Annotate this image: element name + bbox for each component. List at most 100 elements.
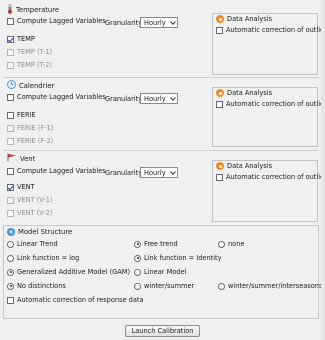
data-analysis-panel-vent: Data Analysis Automatic correction of ou…	[212, 160, 325, 222]
radio-winter-summer[interactable]: winter/summer	[134, 282, 194, 290]
auto-correction-outliers-temperature[interactable]: Automatic correction of outliers	[216, 26, 325, 34]
temperature-title: Temperature	[16, 6, 60, 14]
radio-label: Free trend	[144, 240, 178, 248]
radio-link-identity[interactable]: Link function = Identity	[134, 254, 222, 262]
radio-label: No distinctions	[17, 282, 66, 290]
auto-correction-checkbox[interactable]	[216, 100, 223, 108]
thermometer-icon	[7, 4, 13, 16]
auto-correction-response-label: Automatic correction of response data	[17, 296, 144, 304]
vent-lag1-item: VENT (V-1)	[7, 196, 53, 204]
temp-lag2-item: TEMP (T-2)	[7, 61, 52, 69]
ferie-lag1-label: FERIE (F-1)	[17, 124, 54, 132]
temp-lag1-item: TEMP (T-1)	[7, 48, 52, 56]
auto-correction-response-checkbox[interactable]	[7, 296, 14, 304]
temp-var-item[interactable]: TEMP	[7, 35, 35, 43]
granularity-value: Hourly	[144, 94, 166, 103]
temp-label: TEMP	[17, 35, 35, 43]
vent-title: Vent	[20, 154, 36, 163]
granularity-label: Granularity:	[105, 95, 144, 103]
ferie-lag1-item: FERIE (F-1)	[7, 124, 53, 132]
compute-lagged-vent[interactable]: Compute Lagged Variables	[7, 167, 106, 175]
flag-icon	[7, 153, 17, 164]
compute-lagged-checkbox[interactable]	[7, 17, 14, 25]
launch-calibration-button[interactable]: Launch Calibration	[125, 325, 200, 337]
radio-button[interactable]	[218, 282, 225, 290]
radio-button[interactable]	[7, 254, 14, 262]
radio-winter-summer-interseasons[interactable]: winter/summer/interseasons	[218, 282, 322, 290]
data-analysis-header: Data Analysis	[216, 162, 272, 170]
vent-header: Vent	[7, 153, 35, 164]
temp-checkbox[interactable]	[7, 35, 14, 43]
calendrier-section: Calendrier Compute Lagged Variables Gran…	[3, 78, 325, 149]
vent-lag1-checkbox	[7, 196, 14, 204]
model-icon	[7, 228, 15, 236]
compute-lagged-label: Compute Lagged Variables	[17, 93, 106, 101]
temperature-header: Temperature	[7, 4, 59, 16]
model-structure-header: Model Structure	[7, 228, 72, 236]
radio-button[interactable]	[7, 268, 14, 276]
radio-button[interactable]	[7, 282, 14, 290]
gear-icon	[216, 15, 224, 23]
data-analysis-header: Data Analysis	[216, 89, 272, 97]
radio-label: winter/summer/interseasons	[228, 282, 323, 290]
granularity-select-calendrier[interactable]: Hourly	[140, 93, 178, 104]
scrollbar[interactable]	[321, 0, 325, 340]
radio-none[interactable]: none	[218, 240, 244, 248]
model-structure-title: Model Structure	[18, 228, 73, 236]
radio-linear-trend[interactable]: Linear Trend	[7, 240, 58, 248]
data-analysis-panel-calendrier: Data Analysis Automatic correction of ou…	[212, 87, 325, 147]
radio-button[interactable]	[7, 240, 14, 248]
ferie-var-item[interactable]: FERIE	[7, 111, 36, 119]
vent-lag2-checkbox	[7, 209, 14, 217]
calendar-icon	[7, 80, 16, 91]
radio-button[interactable]	[134, 254, 141, 262]
radio-label: winter/summer	[144, 282, 195, 290]
auto-correction-label: Automatic correction of outliers	[226, 100, 325, 108]
ferie-checkbox[interactable]	[7, 111, 14, 119]
auto-correction-checkbox[interactable]	[216, 26, 223, 34]
auto-correction-outliers-vent[interactable]: Automatic correction of outliers	[216, 173, 325, 181]
radio-link-log[interactable]: Link function = log	[7, 254, 79, 262]
compute-lagged-calendrier[interactable]: Compute Lagged Variables	[7, 93, 106, 101]
radio-button[interactable]	[134, 240, 141, 248]
chevron-down-icon	[170, 96, 175, 101]
vent-section: Vent Compute Lagged Variables Granularit…	[3, 151, 325, 224]
granularity-label: Granularity:	[105, 19, 144, 27]
ferie-lag1-checkbox	[7, 124, 14, 132]
granularity-label: Granularity:	[105, 169, 144, 177]
ferie-label: FERIE	[17, 111, 36, 119]
data-analysis-title: Data Analysis	[227, 162, 273, 170]
radio-label: Linear Model	[144, 268, 187, 276]
auto-correction-label: Automatic correction of outliers	[226, 173, 325, 181]
ferie-lag2-item: FERIE (F-2)	[7, 137, 53, 145]
radio-gam[interactable]: Generalized Additive Model (GAM)	[7, 268, 130, 276]
radio-no-distinctions[interactable]: No distinctions	[7, 282, 66, 290]
auto-correction-response[interactable]: Automatic correction of response data	[7, 296, 144, 304]
auto-correction-label: Automatic correction of outliers	[226, 26, 325, 34]
compute-lagged-label: Compute Lagged Variables	[17, 17, 106, 25]
granularity-value: Hourly	[144, 18, 166, 27]
vent-checkbox[interactable]	[7, 183, 14, 191]
radio-button[interactable]	[218, 240, 225, 248]
temp-lag1-label: TEMP (T-1)	[17, 48, 53, 56]
vent-lag2-label: VENT (V-2)	[17, 209, 53, 217]
radio-button[interactable]	[134, 282, 141, 290]
granularity-select-temperature[interactable]: Hourly	[140, 17, 178, 28]
radio-linear-model[interactable]: Linear Model	[134, 268, 186, 276]
temp-lag2-label: TEMP (T-2)	[17, 61, 53, 69]
radio-button[interactable]	[134, 268, 141, 276]
radio-label: none	[228, 240, 245, 248]
auto-correction-outliers-calendrier[interactable]: Automatic correction of outliers	[216, 100, 325, 108]
gear-icon	[216, 89, 224, 97]
compute-lagged-temperature[interactable]: Compute Lagged Variables	[7, 17, 106, 25]
data-analysis-header: Data Analysis	[216, 15, 272, 23]
vent-var-item[interactable]: VENT	[7, 183, 35, 191]
radio-free-trend[interactable]: Free trend	[134, 240, 178, 248]
compute-lagged-checkbox[interactable]	[7, 93, 14, 101]
auto-correction-checkbox[interactable]	[216, 173, 223, 181]
granularity-select-vent[interactable]: Hourly	[140, 167, 178, 178]
compute-lagged-checkbox[interactable]	[7, 167, 14, 175]
compute-lagged-label: Compute Lagged Variables	[17, 167, 106, 175]
data-analysis-title: Data Analysis	[227, 15, 273, 23]
radio-label: Link function = Identity	[144, 254, 222, 262]
